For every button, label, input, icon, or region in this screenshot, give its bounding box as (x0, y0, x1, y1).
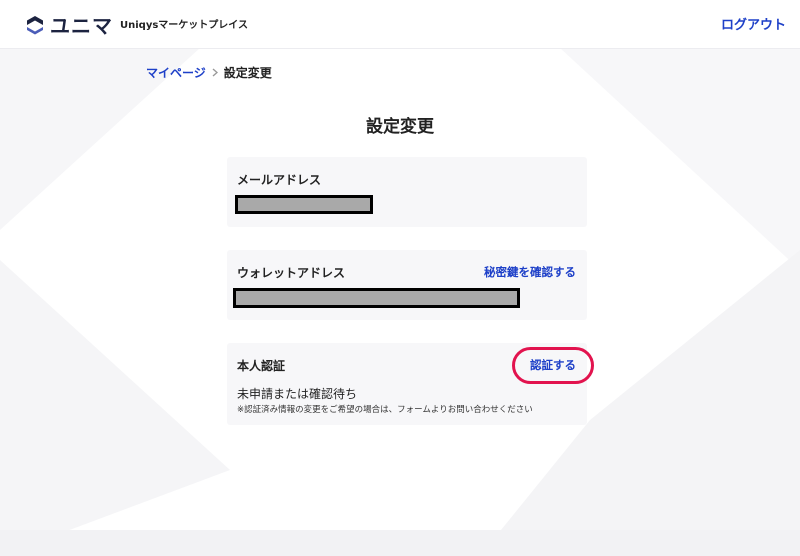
identity-card: 本人認証 認証する 未申請または確認待ち ※認証済み情報の変更をご希望の場合は、… (227, 343, 594, 425)
logout-link[interactable]: ログアウト (721, 14, 786, 33)
email-label: メールアドレス (237, 173, 322, 187)
breadcrumb: マイページ 設定変更 (146, 64, 272, 81)
breadcrumb-mypage-link[interactable]: マイページ (146, 64, 206, 81)
highlight-ring (512, 347, 594, 384)
email-card: メールアドレス (227, 157, 587, 227)
footer-strip (0, 530, 800, 556)
chevron-right-icon (212, 68, 218, 77)
wallet-label: ウォレットアドレス (237, 266, 346, 280)
page-title: 設定変更 (366, 117, 434, 137)
view-private-key-link[interactable]: 秘密鍵を確認する (484, 264, 576, 280)
wallet-redacted-value (233, 288, 520, 308)
brand-name: ユニマ (50, 14, 113, 38)
identity-note: ※認証済み情報の変更をご希望の場合は、フォームよりお問い合わせください (237, 405, 533, 415)
site-header: ユニマ Uniqysマーケットプレイス ログアウト (0, 0, 800, 49)
brand-mark-icon (27, 15, 43, 34)
brand-logo[interactable]: ユニマ (26, 10, 113, 39)
email-redacted-value (235, 195, 373, 214)
wallet-card: ウォレットアドレス 秘密鍵を確認する (227, 250, 587, 320)
breadcrumb-current: 設定変更 (223, 66, 272, 80)
identity-status: 未申請または確認待ち (237, 387, 358, 401)
marketplace-label: Uniqysマーケットプレイス (120, 20, 248, 31)
identity-label: 本人認証 (237, 359, 286, 373)
